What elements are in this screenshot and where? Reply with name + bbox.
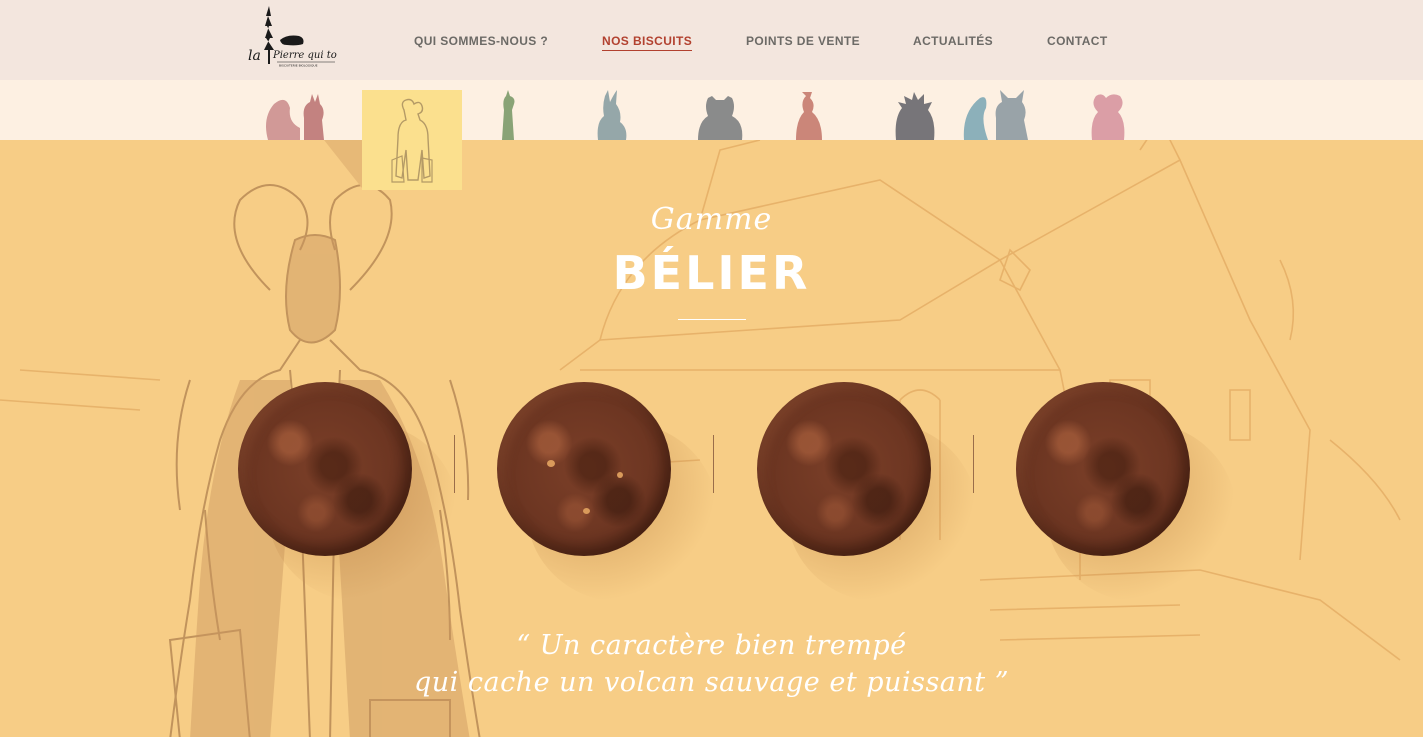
biscuit-2[interactable] xyxy=(497,382,717,602)
svg-text:Pierre qui tourne: Pierre qui tourne xyxy=(272,50,337,61)
nav-actualites[interactable]: ACTUALITÉS xyxy=(913,34,993,48)
nav-points-de-vente[interactable]: POINTS DE VENTE xyxy=(746,34,860,48)
hazelnut-piece xyxy=(547,460,555,467)
cookie-divider xyxy=(454,435,455,493)
hedgehog-icon[interactable] xyxy=(890,88,940,140)
svg-text:la: la xyxy=(248,48,261,64)
hazelnut-piece xyxy=(617,472,623,478)
nav-qui-sommes-nous[interactable]: QUI SOMMES-NOUS ? xyxy=(414,34,548,48)
hare-icon[interactable] xyxy=(588,88,634,140)
giraffe-icon[interactable] xyxy=(484,88,530,140)
range-quote-line-1: “ Un caractère bien trempé xyxy=(516,630,907,661)
bird-icon[interactable] xyxy=(786,88,832,140)
biscuit-1[interactable] xyxy=(238,382,458,602)
range-quote-line-2: qui cache un volcan sauvage et puissant … xyxy=(413,667,1010,698)
range-label: Gamme xyxy=(650,202,773,237)
nav-nos-biscuits[interactable]: NOS BISCUITS xyxy=(602,34,693,51)
selection-pointer xyxy=(324,140,362,188)
title-underline xyxy=(678,319,746,320)
logo-graphic: la Pierre qui tourne BISCUITERIE BIOLOGI… xyxy=(248,6,337,68)
ram-icon[interactable] xyxy=(362,90,462,190)
cookie-image xyxy=(238,382,412,556)
biscuit-3[interactable] xyxy=(757,382,977,602)
squirrel-icon[interactable] xyxy=(260,88,332,140)
svg-text:BISCUITERIE BIOLOGIQUE: BISCUITERIE BIOLOGIQUE xyxy=(279,64,318,68)
cookie-image xyxy=(497,382,671,556)
animal-range-selector xyxy=(0,80,1423,140)
range-title: BÉLIER xyxy=(612,246,811,300)
fox-icon[interactable] xyxy=(962,88,1036,140)
mouse-icon[interactable] xyxy=(1084,88,1132,140)
cookie-divider xyxy=(973,435,974,493)
bear-icon[interactable] xyxy=(694,88,746,140)
brand-logo[interactable]: la Pierre qui tourne BISCUITERIE BIOLOGI… xyxy=(247,4,337,68)
site-header: la Pierre qui tourne BISCUITERIE BIOLOGI… xyxy=(0,0,1423,80)
cookie-image xyxy=(1016,382,1190,556)
cookie-divider xyxy=(713,435,714,493)
nav-contact[interactable]: CONTACT xyxy=(1047,34,1108,48)
cookie-image xyxy=(757,382,931,556)
hazelnut-piece xyxy=(583,508,590,514)
biscuit-4[interactable] xyxy=(1016,382,1236,602)
